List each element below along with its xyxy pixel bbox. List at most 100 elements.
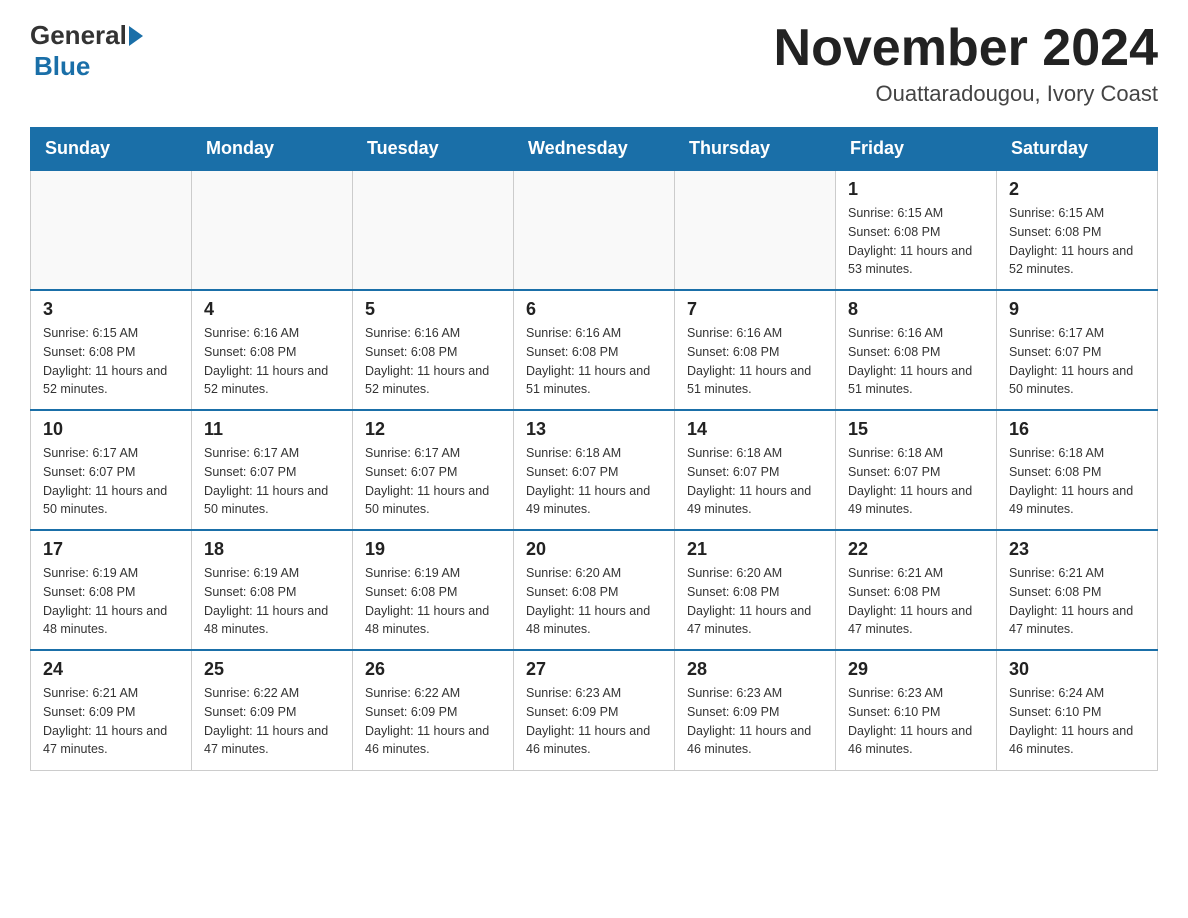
calendar-cell: 4 Sunrise: 6:16 AMSunset: 6:08 PMDaylight… bbox=[192, 290, 353, 410]
day-number: 15 bbox=[848, 419, 984, 440]
day-info: Sunrise: 6:18 AMSunset: 6:07 PMDaylight:… bbox=[526, 444, 662, 519]
calendar-cell: 29 Sunrise: 6:23 AMSunset: 6:10 PMDayligh… bbox=[836, 650, 997, 770]
calendar-cell: 5 Sunrise: 6:16 AMSunset: 6:08 PMDaylight… bbox=[353, 290, 514, 410]
calendar-cell bbox=[353, 170, 514, 290]
day-info: Sunrise: 6:16 AMSunset: 6:08 PMDaylight:… bbox=[204, 324, 340, 399]
calendar-cell: 18Sunrise: 6:19 AMSunset: 6:08 PMDayligh… bbox=[192, 530, 353, 650]
day-info: Sunrise: 6:15 AMSunset: 6:08 PMDaylight:… bbox=[1009, 204, 1145, 279]
day-info: Sunrise: 6:20 AMSunset: 6:08 PMDaylight:… bbox=[526, 564, 662, 639]
day-info: Sunrise: 6:16 AMSunset: 6:08 PMDaylight:… bbox=[365, 324, 501, 399]
day-number: 5 bbox=[365, 299, 501, 320]
day-info: Sunrise: 6:18 AMSunset: 6:07 PMDaylight:… bbox=[848, 444, 984, 519]
day-info: Sunrise: 6:22 AMSunset: 6:09 PMDaylight:… bbox=[365, 684, 501, 759]
day-number: 2 bbox=[1009, 179, 1145, 200]
calendar-cell: 6Sunrise: 6:16 AMSunset: 6:08 PMDaylight… bbox=[514, 290, 675, 410]
day-info: Sunrise: 6:17 AMSunset: 6:07 PMDaylight:… bbox=[204, 444, 340, 519]
day-number: 1 bbox=[848, 179, 984, 200]
day-info: Sunrise: 6:16 AMSunset: 6:08 PMDaylight:… bbox=[848, 324, 984, 399]
day-info: Sunrise: 6:17 AMSunset: 6:07 PMDaylight:… bbox=[365, 444, 501, 519]
week-row-5: 24Sunrise: 6:21 AMSunset: 6:09 PMDayligh… bbox=[31, 650, 1158, 770]
day-number: 26 bbox=[365, 659, 501, 680]
day-number: 20 bbox=[526, 539, 662, 560]
day-info: Sunrise: 6:18 AMSunset: 6:08 PMDaylight:… bbox=[1009, 444, 1145, 519]
calendar-cell: 30 Sunrise: 6:24 AMSunset: 6:10 PMDayligh… bbox=[997, 650, 1158, 770]
day-number: 7 bbox=[687, 299, 823, 320]
day-number: 6 bbox=[526, 299, 662, 320]
calendar-cell bbox=[514, 170, 675, 290]
calendar-cell: 14Sunrise: 6:18 AMSunset: 6:07 PMDayligh… bbox=[675, 410, 836, 530]
calendar-cell: 11 Sunrise: 6:17 AMSunset: 6:07 PMDayligh… bbox=[192, 410, 353, 530]
day-number: 21 bbox=[687, 539, 823, 560]
calendar-cell: 25 Sunrise: 6:22 AMSunset: 6:09 PMDayligh… bbox=[192, 650, 353, 770]
calendar-cell: 10 Sunrise: 6:17 AMSunset: 6:07 PMDayligh… bbox=[31, 410, 192, 530]
day-info: Sunrise: 6:20 AMSunset: 6:08 PMDaylight:… bbox=[687, 564, 823, 639]
calendar-cell: 12 Sunrise: 6:17 AMSunset: 6:07 PMDayligh… bbox=[353, 410, 514, 530]
day-header-sunday: Sunday bbox=[31, 128, 192, 171]
day-info: Sunrise: 6:21 AMSunset: 6:08 PMDaylight:… bbox=[848, 564, 984, 639]
day-info: Sunrise: 6:23 AMSunset: 6:09 PMDaylight:… bbox=[526, 684, 662, 759]
calendar-cell: 27 Sunrise: 6:23 AMSunset: 6:09 PMDayligh… bbox=[514, 650, 675, 770]
calendar-cell: 24Sunrise: 6:21 AMSunset: 6:09 PMDayligh… bbox=[31, 650, 192, 770]
day-number: 23 bbox=[1009, 539, 1145, 560]
calendar-cell: 9Sunrise: 6:17 AMSunset: 6:07 PMDaylight… bbox=[997, 290, 1158, 410]
day-number: 4 bbox=[204, 299, 340, 320]
calendar-cell: 22 Sunrise: 6:21 AMSunset: 6:08 PMDayligh… bbox=[836, 530, 997, 650]
week-row-1: 1 Sunrise: 6:15 AMSunset: 6:08 PMDaylight… bbox=[31, 170, 1158, 290]
day-info: Sunrise: 6:19 AMSunset: 6:08 PMDaylight:… bbox=[204, 564, 340, 639]
calendar-cell: 8 Sunrise: 6:16 AMSunset: 6:08 PMDaylight… bbox=[836, 290, 997, 410]
calendar-cell: 26 Sunrise: 6:22 AMSunset: 6:09 PMDayligh… bbox=[353, 650, 514, 770]
day-number: 12 bbox=[365, 419, 501, 440]
day-info: Sunrise: 6:24 AMSunset: 6:10 PMDaylight:… bbox=[1009, 684, 1145, 759]
day-info: Sunrise: 6:16 AMSunset: 6:08 PMDaylight:… bbox=[687, 324, 823, 399]
calendar-cell: 19Sunrise: 6:19 AMSunset: 6:08 PMDayligh… bbox=[353, 530, 514, 650]
calendar-cell: 17Sunrise: 6:19 AMSunset: 6:08 PMDayligh… bbox=[31, 530, 192, 650]
day-number: 3 bbox=[43, 299, 179, 320]
day-number: 28 bbox=[687, 659, 823, 680]
calendar-cell: 13 Sunrise: 6:18 AMSunset: 6:07 PMDayligh… bbox=[514, 410, 675, 530]
day-info: Sunrise: 6:21 AMSunset: 6:08 PMDaylight:… bbox=[1009, 564, 1145, 639]
day-header-wednesday: Wednesday bbox=[514, 128, 675, 171]
calendar-cell: 2 Sunrise: 6:15 AMSunset: 6:08 PMDaylight… bbox=[997, 170, 1158, 290]
calendar-cell bbox=[675, 170, 836, 290]
calendar-cell: 1 Sunrise: 6:15 AMSunset: 6:08 PMDaylight… bbox=[836, 170, 997, 290]
day-info: Sunrise: 6:23 AMSunset: 6:10 PMDaylight:… bbox=[848, 684, 984, 759]
day-number: 13 bbox=[526, 419, 662, 440]
calendar-cell: 21 Sunrise: 6:20 AMSunset: 6:08 PMDayligh… bbox=[675, 530, 836, 650]
logo-general-text: General bbox=[30, 20, 127, 51]
day-number: 9 bbox=[1009, 299, 1145, 320]
day-number: 22 bbox=[848, 539, 984, 560]
logo-blue-text: Blue bbox=[34, 51, 90, 81]
calendar-cell: 23 Sunrise: 6:21 AMSunset: 6:08 PMDayligh… bbox=[997, 530, 1158, 650]
week-row-4: 17 Sunrise: 6:19 AMSunset: 6:08 PMDayligh… bbox=[31, 530, 1158, 650]
day-info: Sunrise: 6:15 AMSunset: 6:08 PMDaylight:… bbox=[43, 324, 179, 399]
day-info: Sunrise: 6:22 AMSunset: 6:09 PMDaylight:… bbox=[204, 684, 340, 759]
day-info: Sunrise: 6:15 AMSunset: 6:08 PMDaylight:… bbox=[848, 204, 984, 279]
day-number: 30 bbox=[1009, 659, 1145, 680]
week-row-3: 10 Sunrise: 6:17 AMSunset: 6:07 PMDayligh… bbox=[31, 410, 1158, 530]
calendar-cell: 16Sunrise: 6:18 AMSunset: 6:08 PMDayligh… bbox=[997, 410, 1158, 530]
day-number: 10 bbox=[43, 419, 179, 440]
day-header-friday: Friday bbox=[836, 128, 997, 171]
header-row: SundayMondayTuesdayWednesdayThursdayFrid… bbox=[31, 128, 1158, 171]
day-number: 19 bbox=[365, 539, 501, 560]
day-number: 24 bbox=[43, 659, 179, 680]
day-number: 11 bbox=[204, 419, 340, 440]
calendar-cell: 20 Sunrise: 6:20 AMSunset: 6:08 PMDayligh… bbox=[514, 530, 675, 650]
logo-arrow-icon bbox=[129, 26, 143, 46]
day-header-tuesday: Tuesday bbox=[353, 128, 514, 171]
day-number: 17 bbox=[43, 539, 179, 560]
calendar-cell: 3 Sunrise: 6:15 AMSunset: 6:08 PMDaylight… bbox=[31, 290, 192, 410]
location-text: Ouattaradougou, Ivory Coast bbox=[774, 81, 1158, 107]
day-info: Sunrise: 6:23 AMSunset: 6:09 PMDaylight:… bbox=[687, 684, 823, 759]
calendar-cell bbox=[31, 170, 192, 290]
day-info: Sunrise: 6:18 AMSunset: 6:07 PMDaylight:… bbox=[687, 444, 823, 519]
title-block: November 2024 Ouattaradougou, Ivory Coas… bbox=[774, 20, 1158, 107]
calendar-cell: 28 Sunrise: 6:23 AMSunset: 6:09 PMDayligh… bbox=[675, 650, 836, 770]
calendar-table: SundayMondayTuesdayWednesdayThursdayFrid… bbox=[30, 127, 1158, 771]
day-info: Sunrise: 6:17 AMSunset: 6:07 PMDaylight:… bbox=[43, 444, 179, 519]
day-number: 8 bbox=[848, 299, 984, 320]
month-title: November 2024 bbox=[774, 20, 1158, 77]
day-number: 25 bbox=[204, 659, 340, 680]
day-number: 27 bbox=[526, 659, 662, 680]
day-number: 29 bbox=[848, 659, 984, 680]
